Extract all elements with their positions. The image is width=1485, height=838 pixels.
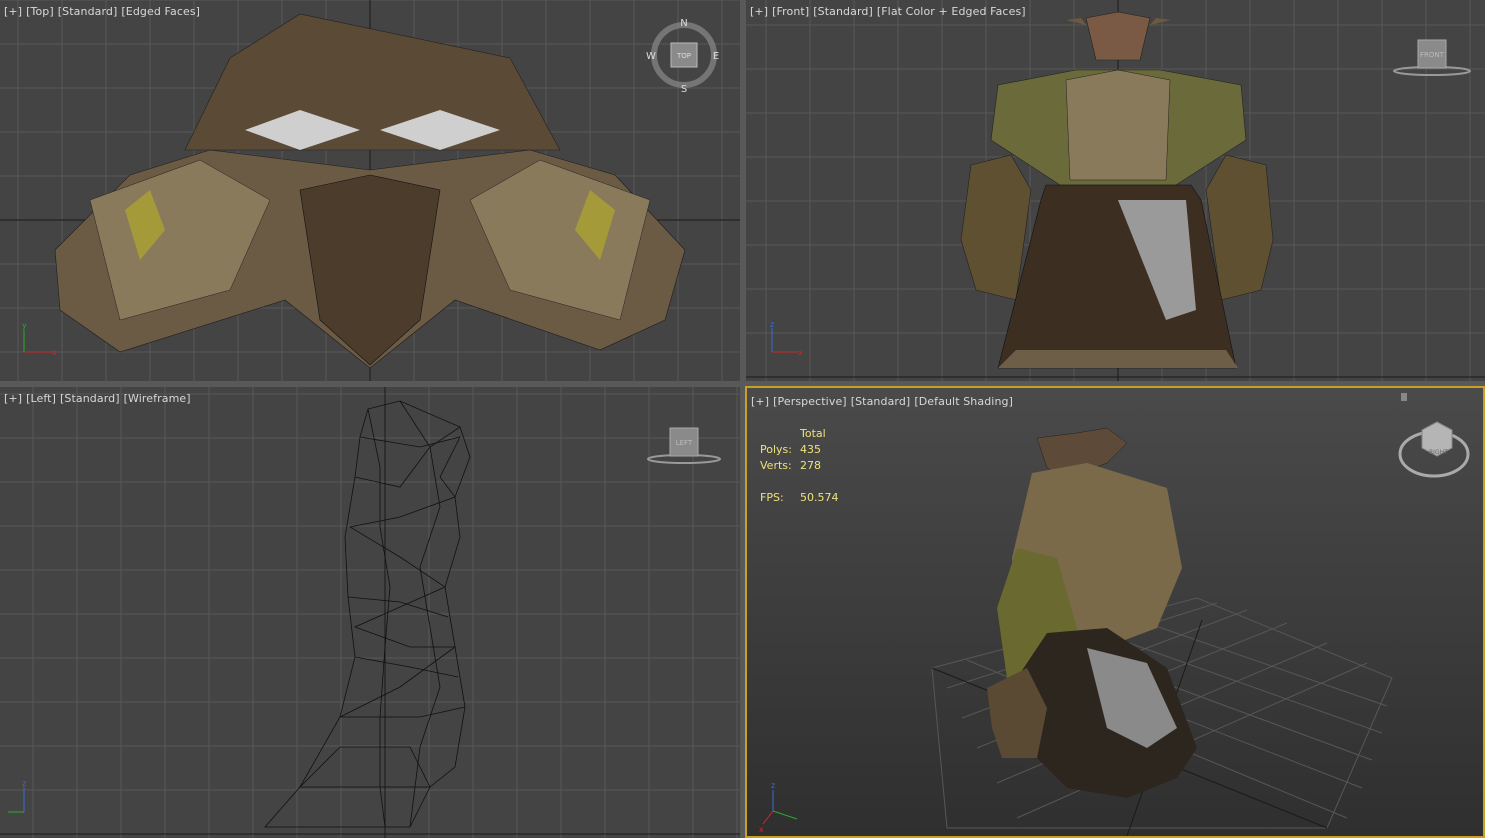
viewport-left[interactable]: [+] [Left] [Standard] [Wireframe] LEFT z: [0, 387, 740, 838]
svg-text:x: x: [798, 348, 803, 357]
viewport-top[interactable]: [+] [Top] [Standard] [Edged Faces] TOP N S …: [0, 0, 740, 381]
svg-text:y: y: [22, 321, 27, 330]
viewport-front[interactable]: [+] [Front] [Standard] [Flat Color + Edged …: [746, 0, 1485, 381]
axis-tripod-icon: z: [8, 779, 26, 813]
axis-tripod-icon: z x: [770, 320, 803, 357]
viewport-perspective[interactable]: [+] [Perspective] [Standard] [Default Shadi…: [745, 386, 1485, 838]
axis-tripod-icon: y x: [22, 321, 57, 357]
svg-text:z: z: [770, 320, 774, 329]
svg-text:z: z: [22, 779, 26, 788]
axis-tripod-icon: z x: [759, 781, 798, 834]
svg-text:z: z: [771, 781, 775, 790]
svg-text:x: x: [759, 825, 764, 834]
svg-text:x: x: [52, 348, 57, 357]
